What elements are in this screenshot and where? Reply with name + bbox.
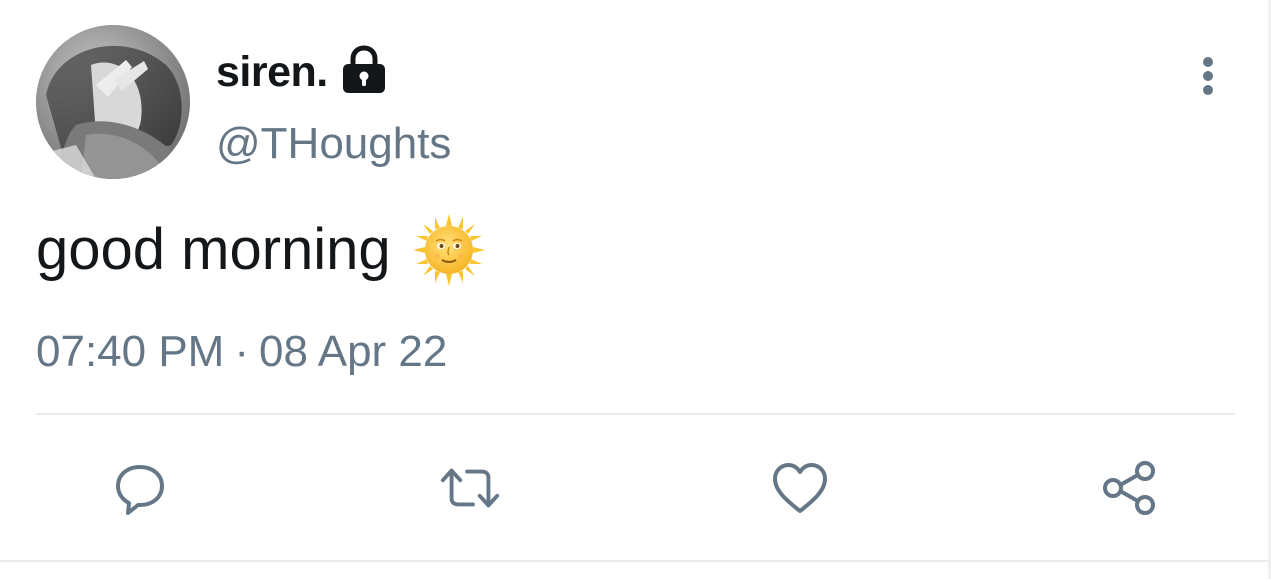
avatar-photo (36, 25, 190, 179)
retweet-button[interactable] (438, 456, 502, 520)
reply-icon (116, 465, 164, 515)
heart-icon (773, 463, 827, 513)
more-vertical-icon (1203, 57, 1213, 95)
tweet-text-row: good morning (36, 214, 485, 286)
avatar[interactable] (36, 25, 190, 179)
sun-with-face-icon (412, 214, 485, 286)
display-name[interactable]: siren. (216, 50, 328, 94)
share-icon (1103, 461, 1155, 515)
user-handle[interactable]: @THoughts (216, 122, 451, 166)
meta-separator: · (234, 327, 249, 376)
tweet-time: 07:40 PM (36, 327, 225, 376)
retweet-icon (440, 468, 500, 508)
tweet-card: siren. @THoughts good morning 07:40 PM ·… (0, 0, 1271, 579)
like-button[interactable] (768, 456, 832, 520)
lock-icon (340, 45, 388, 95)
display-name-row: siren. (216, 45, 388, 98)
divider (36, 413, 1235, 415)
tweet-date: 08 Apr 22 (259, 327, 448, 376)
tweet-text: good morning (36, 217, 391, 282)
share-button[interactable] (1098, 456, 1162, 520)
reply-button[interactable] (108, 456, 172, 520)
bottom-border (0, 560, 1271, 562)
more-options-button[interactable] (1192, 56, 1224, 96)
tweet-timestamp[interactable]: 07:40 PM · 08 Apr 22 (36, 330, 447, 374)
